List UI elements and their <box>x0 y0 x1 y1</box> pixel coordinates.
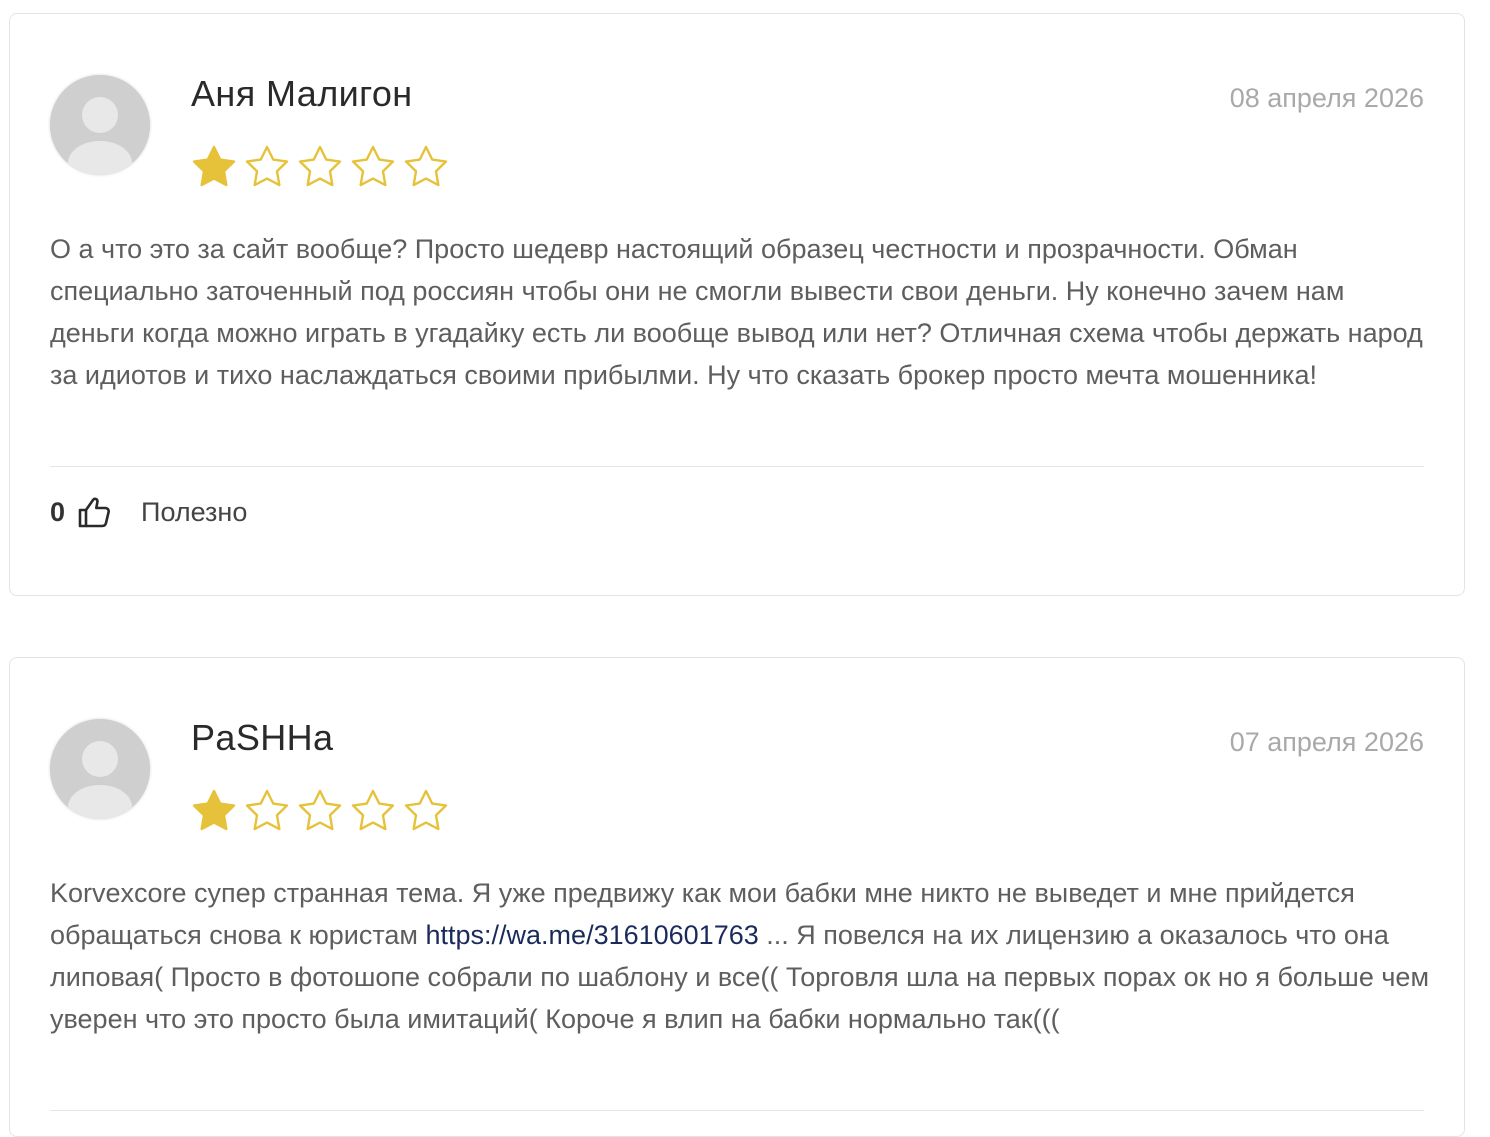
star-filled-icon <box>190 144 238 190</box>
star-outline-icon <box>243 144 291 190</box>
star-outline-icon <box>349 788 397 834</box>
divider <box>50 466 1424 467</box>
helpful-button[interactable]: Полезно <box>141 497 247 528</box>
star-outline-icon <box>402 788 450 834</box>
thumbs-up-icon[interactable] <box>77 495 113 529</box>
whatsapp-link[interactable]: https://wa.me/31610601763 <box>426 920 759 950</box>
review-date: 08 апреля 2026 <box>1229 83 1424 113</box>
star-outline-icon <box>349 144 397 190</box>
divider <box>50 1110 1424 1111</box>
helpful-section: 0 Полезно <box>50 492 247 532</box>
star-outline-icon <box>296 144 344 190</box>
author-name: PaSHHa <box>191 717 334 758</box>
star-rating <box>190 788 450 834</box>
star-outline-icon <box>296 788 344 834</box>
review-text: О а что это за сайт вообще? Просто шедев… <box>50 234 1423 390</box>
avatar <box>50 75 150 175</box>
review-text: Korvexcore супер странная тема. Я уже пр… <box>50 872 1430 1040</box>
star-filled-icon <box>190 788 238 834</box>
star-outline-icon <box>402 144 450 190</box>
author-name: Аня Малигон <box>191 73 413 114</box>
star-outline-icon <box>243 788 291 834</box>
review-card: Аня Малигон 08 апреля 2026 О а что это з… <box>9 13 1465 596</box>
avatar <box>50 719 150 819</box>
helpful-count: 0 <box>50 496 66 527</box>
star-rating <box>190 144 450 190</box>
review-date: 07 апреля 2026 <box>1229 727 1424 757</box>
review-card: PaSHHa 07 апреля 2026 Korvexcore супер с… <box>9 657 1465 1137</box>
